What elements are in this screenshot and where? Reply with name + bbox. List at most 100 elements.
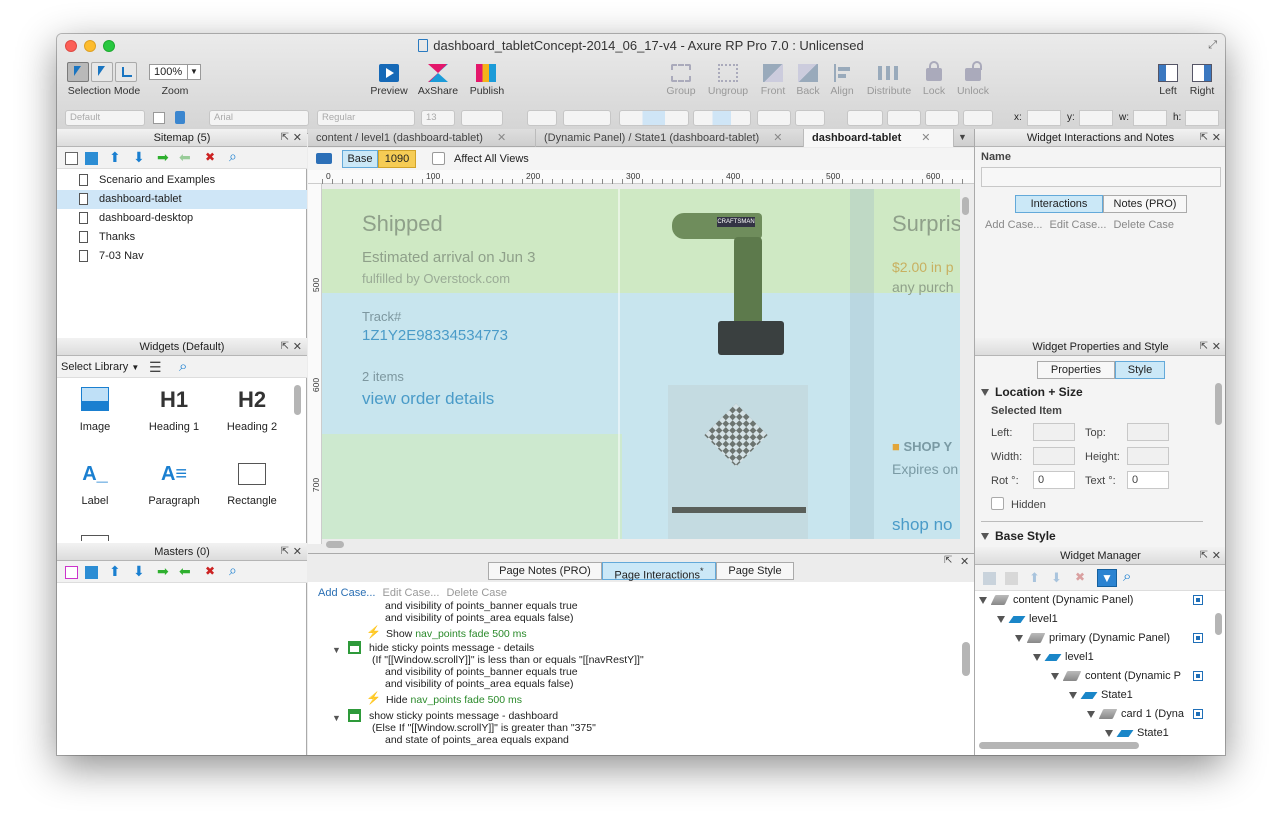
tab-dashboard-tablet[interactable]: dashboard-tablet ✕ (804, 129, 954, 147)
edit-style-icon[interactable] (153, 112, 165, 124)
delete-master-icon[interactable]: ✖ (205, 565, 215, 577)
select-library-dropdown[interactable]: Select Library ▼ (61, 361, 139, 373)
sitemap-page-dashboard-desktop[interactable]: dashboard-desktop (57, 209, 307, 228)
style-select[interactable]: Default (65, 110, 145, 126)
tree-vscrollbar[interactable] (1215, 613, 1222, 635)
properties-scrollbar[interactable] (1215, 383, 1222, 425)
rotation-input[interactable]: 0 (1033, 471, 1075, 489)
zoom-select[interactable]: 100% ▼ (149, 64, 201, 80)
send-to-back-button[interactable]: Back (790, 85, 826, 97)
right-panel-icon[interactable] (1192, 64, 1212, 82)
text-align-buttons[interactable] (619, 110, 689, 126)
close-icon[interactable]: ✕ (293, 338, 302, 356)
left-panel-icon[interactable] (1158, 64, 1178, 82)
weight-select[interactable]: Regular (317, 110, 415, 126)
action-show[interactable]: Show nav_points fade 500 ms (386, 628, 527, 640)
tab-style[interactable]: Style (1115, 361, 1165, 379)
y-input[interactable] (1079, 110, 1113, 126)
group-button[interactable]: Group (661, 85, 701, 97)
delete-case-link[interactable]: Delete Case (446, 587, 507, 599)
add-case-link[interactable]: Add Case... (985, 219, 1042, 231)
action-hide[interactable]: Hide nav_points fade 500 ms (386, 694, 522, 706)
tab-notes[interactable]: Notes (PRO) (1103, 195, 1187, 213)
tab-page-notes[interactable]: Page Notes (PRO) (488, 562, 602, 580)
design-canvas[interactable]: Shipped Estimated arrival on Jun 3 fulfi… (322, 189, 960, 539)
x-input[interactable] (1027, 110, 1061, 126)
h-input[interactable] (1185, 110, 1219, 126)
left-input[interactable] (1033, 423, 1075, 441)
sitemap-page-scenario[interactable]: Scenario and Examples (57, 171, 307, 190)
fill-color-button[interactable] (757, 110, 791, 126)
visibility-checkbox[interactable] (1193, 709, 1203, 719)
tree-node-level1[interactable]: level1 (997, 610, 1058, 629)
close-icon[interactable]: ✕ (921, 132, 930, 144)
move-down-icon[interactable]: ⬇ (133, 564, 145, 578)
bold-italic-buttons[interactable] (461, 110, 503, 126)
visibility-checkbox[interactable] (1193, 595, 1203, 605)
view-order-link[interactable]: view order details (362, 389, 494, 409)
close-icon[interactable]: ✕ (1212, 338, 1221, 356)
tabs-overflow-icon[interactable]: ▼ (958, 132, 967, 142)
select-contained-button[interactable] (91, 62, 113, 82)
close-icon[interactable]: ✕ (773, 132, 782, 144)
close-icon[interactable]: ✕ (1212, 129, 1221, 147)
line-color-button[interactable] (847, 110, 883, 126)
font-color-button[interactable] (527, 110, 557, 126)
pin-icon[interactable]: ⇱ (281, 543, 289, 561)
search-icon[interactable]: ⌕ (229, 563, 237, 577)
pin-icon[interactable]: ⇱ (1200, 129, 1208, 147)
sitemap-page-nav[interactable]: 7-03 Nav (57, 247, 307, 266)
tree-node-primary-panel[interactable]: primary (Dynamic Panel) (1015, 629, 1170, 648)
font-size-select[interactable]: 13 (421, 110, 455, 126)
add-case-link[interactable]: Add Case... (318, 587, 375, 599)
tree-node-card1[interactable]: card 1 (Dyna (1087, 705, 1191, 724)
font-select[interactable]: Arial (209, 110, 309, 126)
search-icon[interactable]: ⌕ (179, 358, 187, 375)
add-folder-icon[interactable] (85, 566, 98, 579)
case-name[interactable]: hide sticky points message - details (369, 642, 534, 654)
visibility-checkbox[interactable] (1193, 633, 1203, 643)
publish-button[interactable]: Publish (461, 85, 513, 97)
top-input[interactable] (1127, 423, 1169, 441)
tab-properties[interactable]: Properties (1037, 361, 1115, 379)
tree-node-state1-card[interactable]: State1 (1105, 724, 1169, 743)
close-icon[interactable]: ✕ (293, 129, 302, 147)
edit-case-link[interactable]: Edit Case... (383, 587, 440, 599)
pin-icon[interactable]: ⇱ (281, 129, 289, 147)
tree-node-content-nested[interactable]: content (Dynamic P (1051, 667, 1191, 686)
shadow-button[interactable] (795, 110, 825, 126)
height-input[interactable] (1127, 447, 1169, 465)
menu-icon[interactable]: ☰ (149, 359, 162, 376)
lock-button[interactable]: Lock (919, 85, 949, 97)
arrow-style-button[interactable] (963, 110, 993, 126)
close-icon[interactable]: ✕ (960, 555, 969, 568)
close-icon[interactable]: ✕ (293, 543, 302, 561)
outdent-icon[interactable]: ⬅ (179, 564, 191, 578)
visibility-checkbox[interactable] (1193, 671, 1203, 681)
axshare-icon[interactable] (428, 64, 448, 82)
distribute-button[interactable]: Distribute (861, 85, 917, 97)
line-width-button[interactable] (887, 110, 921, 126)
tab-dynamic-panel-state1[interactable]: (Dynamic Panel) / State1 (dashboard-tabl… (536, 129, 804, 147)
axshare-button[interactable]: AxShare (411, 85, 465, 97)
pin-icon[interactable]: ⇱ (1200, 547, 1208, 565)
tree-node-content-panel[interactable]: content (Dynamic Panel) (979, 591, 1133, 610)
expand-triangle-icon[interactable]: ▼ (332, 644, 341, 656)
text-rotation-input[interactable]: 0 (1127, 471, 1169, 489)
right-panel-button[interactable]: Right (1185, 85, 1219, 97)
delete-state-icon[interactable]: ✖ (1075, 570, 1085, 584)
close-icon[interactable]: ✕ (1212, 547, 1221, 565)
delete-case-link[interactable]: Delete Case (1113, 219, 1174, 231)
add-master-icon[interactable] (65, 566, 78, 579)
move-up-icon[interactable]: ⬆ (1029, 570, 1040, 586)
tab-content-level1[interactable]: content / level1 (dashboard-tablet) ✕ (308, 129, 536, 147)
affect-all-views-checkbox[interactable] (432, 152, 445, 165)
line-pattern-button[interactable] (925, 110, 959, 126)
tab-page-style[interactable]: Page Style (716, 562, 794, 580)
vertical-align-buttons[interactable] (693, 110, 751, 126)
select-intersected-button[interactable] (67, 62, 89, 82)
interactions-scrollbar[interactable] (962, 642, 970, 676)
w-input[interactable] (1133, 110, 1167, 126)
widget-image[interactable]: Image (71, 387, 119, 433)
indent-icon[interactable]: ➡ (157, 150, 169, 164)
